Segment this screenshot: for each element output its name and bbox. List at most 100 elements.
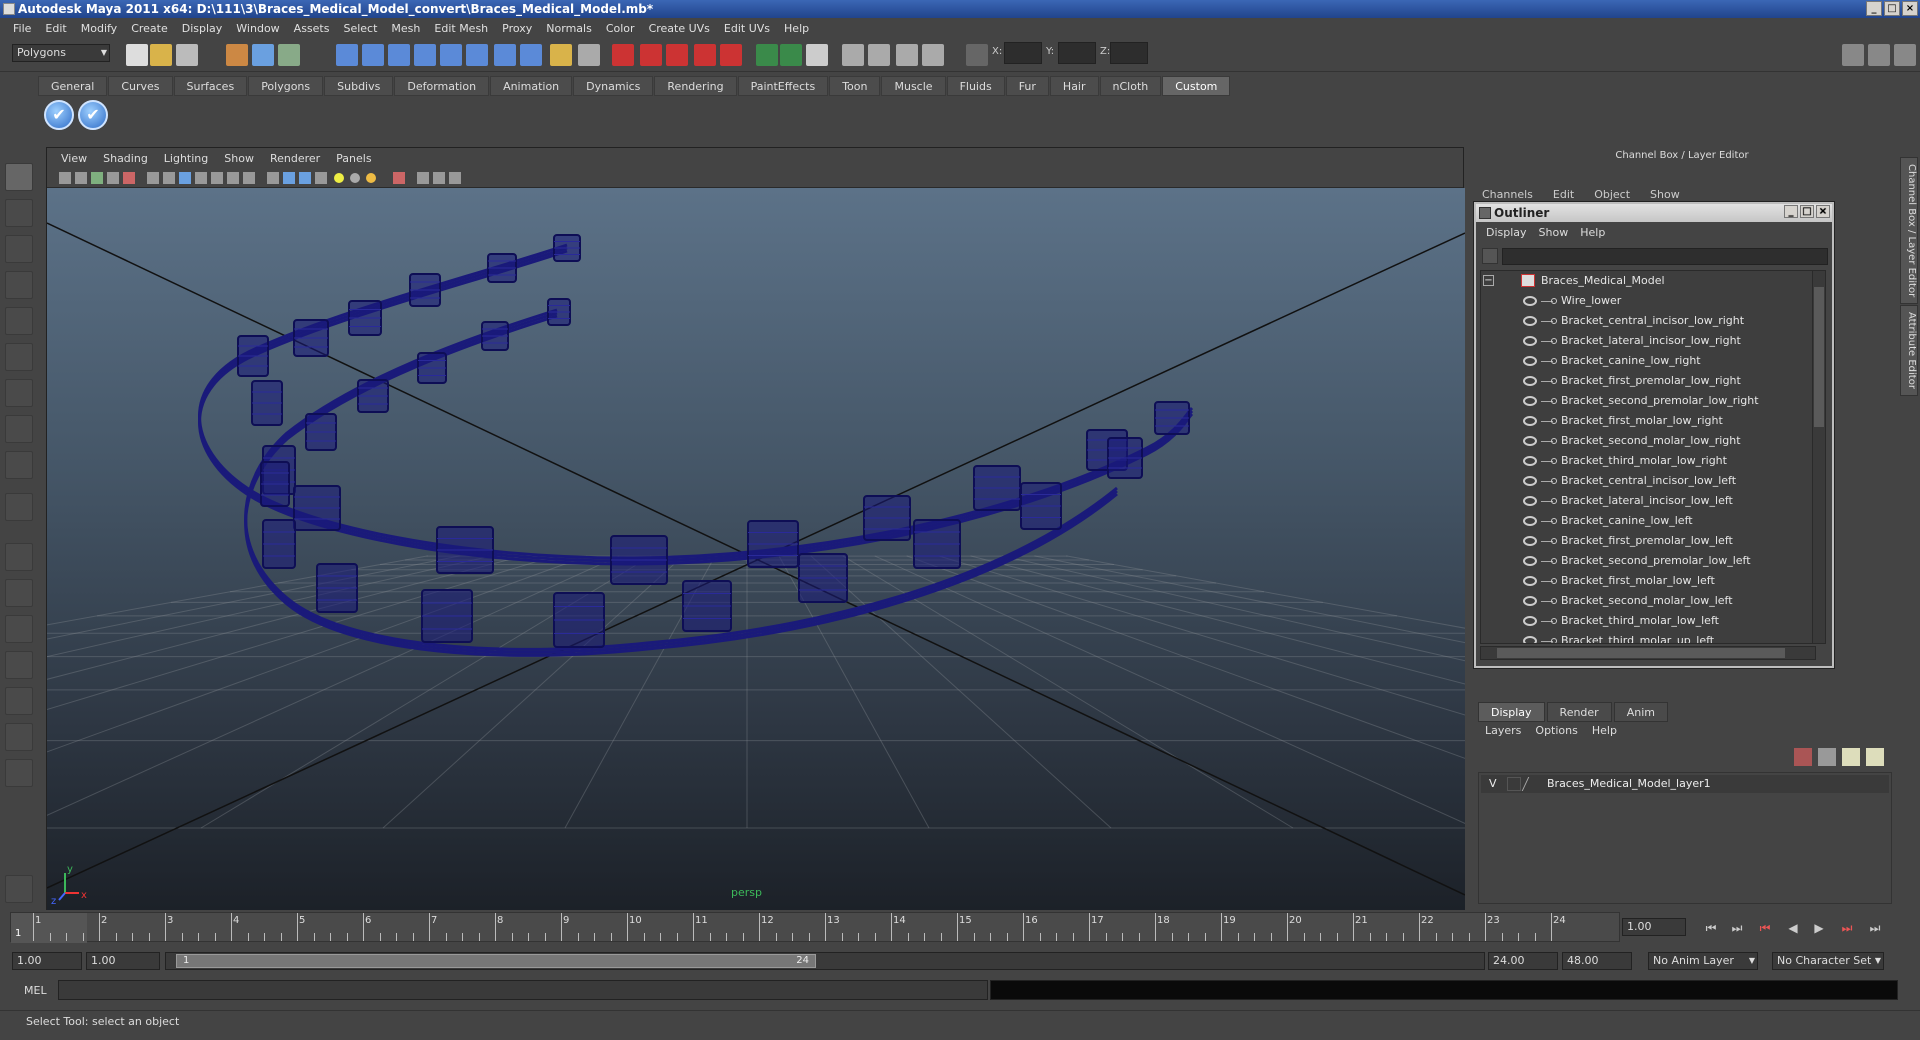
panel-layout-1-icon[interactable] bbox=[842, 44, 864, 66]
layer-tab-display[interactable]: Display bbox=[1478, 702, 1545, 722]
snap-curve-icon[interactable] bbox=[362, 44, 384, 66]
ipr-render-icon[interactable] bbox=[640, 44, 662, 66]
menu-display[interactable]: Display bbox=[175, 22, 230, 35]
soft-modify-tool-icon[interactable] bbox=[5, 415, 33, 443]
menu-select[interactable]: Select bbox=[336, 22, 384, 35]
live-surface-icon[interactable] bbox=[440, 44, 462, 66]
anim-start-field[interactable]: 1.00 bbox=[86, 952, 160, 970]
menu-create[interactable]: Create bbox=[124, 22, 175, 35]
create-layer-empty-icon[interactable] bbox=[1794, 748, 1812, 766]
play-forwards-icon[interactable]: ▶ bbox=[1810, 920, 1828, 936]
select-hierarchy-icon[interactable] bbox=[226, 44, 248, 66]
outliner-item[interactable]: Bracket_central_incisor_low_right bbox=[1481, 311, 1811, 331]
help-query-icon[interactable] bbox=[520, 44, 542, 66]
layer-display-type-toggle[interactable] bbox=[1521, 777, 1541, 791]
outliner-item[interactable]: Bracket_lateral_incisor_low_left bbox=[1481, 491, 1811, 511]
minimize-button[interactable]: _ bbox=[1866, 1, 1882, 16]
filter-icon[interactable] bbox=[1482, 248, 1498, 264]
save-scene-icon[interactable] bbox=[176, 44, 198, 66]
menu-mesh[interactable]: Mesh bbox=[384, 22, 427, 35]
scrollbar-thumb[interactable] bbox=[1497, 648, 1785, 658]
shelf-tab-deformation[interactable]: Deformation bbox=[394, 76, 490, 96]
menu-edit[interactable]: Edit bbox=[38, 22, 73, 35]
viewport-menu-show[interactable]: Show bbox=[216, 152, 262, 165]
snap-plane-icon[interactable] bbox=[414, 44, 436, 66]
show-channel-box-icon[interactable] bbox=[1894, 44, 1916, 66]
shelf-check-button-2[interactable]: ✔ bbox=[78, 100, 108, 130]
rotate-tool-icon[interactable] bbox=[5, 307, 33, 335]
menu-create-uvs[interactable]: Create UVs bbox=[642, 22, 717, 35]
viewport-menu-lighting[interactable]: Lighting bbox=[156, 152, 216, 165]
outliner-menu-show[interactable]: Show bbox=[1533, 226, 1575, 239]
layer-menu-options[interactable]: Options bbox=[1528, 724, 1584, 742]
outliner-maximize-button[interactable]: □ bbox=[1800, 205, 1814, 218]
select-component-icon[interactable] bbox=[278, 44, 300, 66]
render-view-icon[interactable] bbox=[720, 44, 742, 66]
input-line-icon[interactable] bbox=[756, 44, 778, 66]
history-icon[interactable] bbox=[466, 44, 488, 66]
render-current-icon[interactable] bbox=[612, 44, 634, 66]
attribute-editor-side-tab[interactable]: Attribute Editor bbox=[1900, 305, 1918, 396]
outliner-item[interactable]: Bracket_third_molar_up_left bbox=[1481, 631, 1811, 643]
panel-layout-4-icon[interactable] bbox=[922, 44, 944, 66]
outliner-item[interactable]: Bracket_second_premolar_low_left bbox=[1481, 551, 1811, 571]
shelf-tab-muscle[interactable]: Muscle bbox=[881, 76, 946, 96]
z-field[interactable] bbox=[1110, 42, 1148, 64]
outliner-menu-display[interactable]: Display bbox=[1480, 226, 1533, 239]
outliner-item[interactable]: Bracket_first_premolar_low_right bbox=[1481, 371, 1811, 391]
range-slider[interactable]: 1 24 bbox=[165, 952, 1485, 970]
show-tool-settings-icon[interactable] bbox=[1868, 44, 1890, 66]
menu-file[interactable]: File bbox=[6, 22, 38, 35]
last-tool-icon[interactable] bbox=[5, 493, 33, 521]
layer-menu-layers[interactable]: Layers bbox=[1478, 724, 1528, 742]
anim-end-field[interactable]: 24.00 bbox=[1488, 952, 1558, 970]
outliner-menu-help[interactable]: Help bbox=[1574, 226, 1611, 239]
select-object-icon[interactable] bbox=[252, 44, 274, 66]
paint-select-tool-icon[interactable] bbox=[5, 235, 33, 263]
step-forward-frame-icon[interactable]: ⏭ bbox=[1838, 920, 1856, 936]
menu-assets[interactable]: Assets bbox=[287, 22, 337, 35]
outliner-horizontal-scrollbar[interactable] bbox=[1480, 646, 1816, 660]
layout-persp-graph-icon[interactable] bbox=[5, 651, 33, 679]
outliner-vertical-scrollbar[interactable] bbox=[1812, 270, 1826, 644]
anim-layer-selector[interactable]: No Anim Layer ▼ bbox=[1648, 952, 1758, 970]
shelf-tab-painteffects[interactable]: PaintEffects bbox=[737, 76, 829, 96]
mode-selector[interactable]: Polygons ▼ bbox=[12, 44, 110, 62]
viewport-menu-shading[interactable]: Shading bbox=[95, 152, 156, 165]
menu-modify[interactable]: Modify bbox=[74, 22, 124, 35]
render-settings-icon[interactable] bbox=[666, 44, 688, 66]
construction-icon[interactable] bbox=[494, 44, 516, 66]
outliner-item[interactable]: Bracket_lateral_incisor_low_right bbox=[1481, 331, 1811, 351]
panel-layout-3-icon[interactable] bbox=[896, 44, 918, 66]
selection-mask-icon[interactable] bbox=[578, 44, 600, 66]
outliner-item[interactable]: Bracket_canine_low_right bbox=[1481, 351, 1811, 371]
lock-icon[interactable] bbox=[550, 44, 572, 66]
snap-point-icon[interactable] bbox=[388, 44, 410, 66]
shelf-tab-toon[interactable]: Toon bbox=[829, 76, 881, 96]
shelf-tab-general[interactable]: General bbox=[38, 76, 108, 96]
outliner-item[interactable]: Bracket_second_molar_low_right bbox=[1481, 431, 1811, 451]
universal-manipulator-icon[interactable] bbox=[5, 379, 33, 407]
maximize-button[interactable]: □ bbox=[1884, 1, 1900, 16]
layout-single-pane-icon[interactable] bbox=[5, 543, 33, 571]
outliner-search-input[interactable] bbox=[1502, 248, 1828, 265]
shelf-tab-subdivs[interactable]: Subdivs bbox=[324, 76, 394, 96]
show-attribute-editor-icon[interactable] bbox=[1842, 44, 1864, 66]
go-to-end-icon[interactable]: ⏭ bbox=[1866, 920, 1884, 936]
viewport-menu-panels[interactable]: Panels bbox=[328, 152, 379, 165]
move-layer-down-icon[interactable] bbox=[1866, 748, 1884, 766]
layout-persp-outliner-icon[interactable] bbox=[5, 615, 33, 643]
transform-field-icon[interactable] bbox=[966, 44, 988, 66]
current-frame-field[interactable]: 1.00 bbox=[1622, 918, 1686, 936]
channel-box-side-tab[interactable]: Channel Box / Layer Editor bbox=[1900, 157, 1918, 305]
outliner-item[interactable]: Bracket_first_molar_low_right bbox=[1481, 411, 1811, 431]
snap-grid-icon[interactable] bbox=[336, 44, 358, 66]
menu-proxy[interactable]: Proxy bbox=[495, 22, 539, 35]
shelf-tab-surfaces[interactable]: Surfaces bbox=[173, 76, 248, 96]
script-editor-icon[interactable] bbox=[806, 44, 828, 66]
menu-window[interactable]: Window bbox=[229, 22, 286, 35]
range-slider-thumb[interactable]: 1 24 bbox=[176, 954, 816, 968]
outliner-item[interactable]: Bracket_second_molar_low_left bbox=[1481, 591, 1811, 611]
viewport-toolbar-icons[interactable] bbox=[47, 168, 567, 188]
scale-tool-icon[interactable] bbox=[5, 343, 33, 371]
